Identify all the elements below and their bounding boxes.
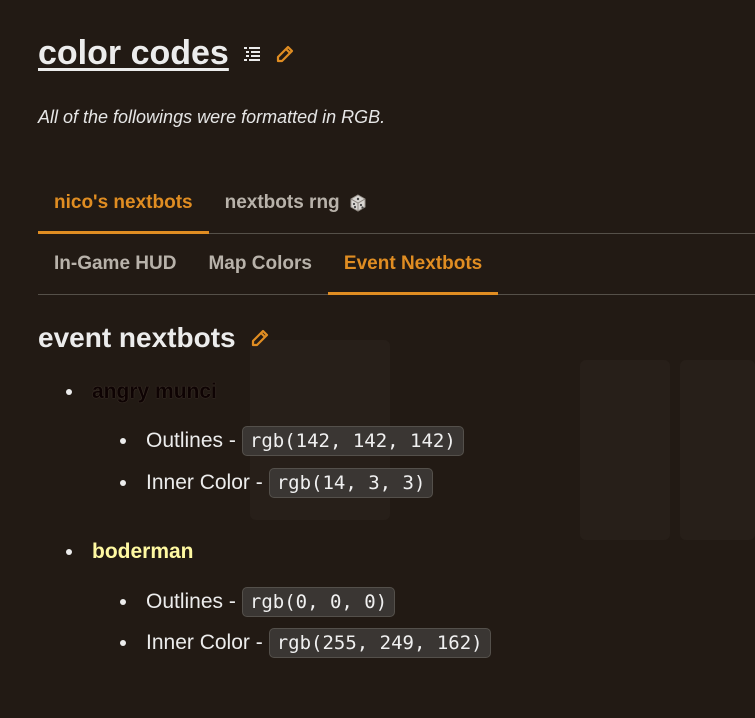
- bullet: [66, 389, 72, 395]
- section-title: event nextbots: [38, 322, 236, 353]
- table-of-contents-icon[interactable]: [243, 45, 261, 63]
- tab-map-colors[interactable]: Map Colors: [192, 234, 327, 294]
- property-label: Outlines -: [146, 590, 236, 613]
- bullet: [120, 480, 126, 486]
- tab-nicos-nextbots[interactable]: nico's nextbots: [38, 172, 209, 234]
- tab-label: Map Colors: [208, 253, 312, 274]
- color-code: rgb(0, 0, 0): [241, 587, 396, 617]
- tab-nextbots-rng[interactable]: nextbots rng: [209, 172, 384, 233]
- property-item: Outlines - rgb(142, 142, 142): [120, 426, 464, 456]
- bullet: [120, 599, 126, 605]
- nextbot-name: angry munci: [92, 380, 217, 403]
- property-item: Inner Color - rgb(14, 3, 3): [120, 468, 434, 498]
- tab-label: In-Game HUD: [54, 253, 177, 274]
- tab-in-game-hud[interactable]: In-Game HUD: [38, 234, 192, 294]
- section-title-row: event nextbots: [38, 322, 270, 354]
- list-item-angry-munci: angry munci: [66, 380, 217, 404]
- property-label: Inner Color -: [146, 471, 263, 494]
- color-code: rgb(255, 249, 162): [268, 628, 491, 658]
- bullet: [120, 640, 126, 646]
- edit-pencil-icon[interactable]: [250, 328, 270, 348]
- property-label: Inner Color -: [146, 631, 263, 654]
- dice-icon: [348, 193, 368, 213]
- bullet: [120, 438, 126, 444]
- color-code: rgb(14, 3, 3): [268, 468, 434, 498]
- property-item: Inner Color - rgb(255, 249, 162): [120, 628, 491, 658]
- page-subtitle: All of the followings were formatted in …: [38, 107, 386, 127]
- tab-label: nextbots rng: [224, 191, 340, 213]
- main-tabs: nico's nextbots nextbots rng: [38, 172, 755, 234]
- tab-label: nico's nextbots: [54, 191, 193, 213]
- bullet: [66, 549, 72, 555]
- property-item: Outlines - rgb(0, 0, 0): [120, 587, 396, 617]
- edit-pencil-icon[interactable]: [275, 44, 295, 64]
- nextbot-name: boderman: [92, 540, 194, 563]
- tab-event-nextbots[interactable]: Event Nextbots: [327, 234, 499, 295]
- title-row: color codes: [38, 34, 295, 73]
- tab-label: Event Nextbots: [343, 253, 483, 274]
- sub-tabs: In-Game HUD Map Colors Event Nextbots: [38, 234, 755, 295]
- page: color codes All of the followings were f…: [38, 0, 755, 718]
- page-title[interactable]: color codes: [38, 34, 229, 73]
- list-item-boderman: boderman: [66, 540, 194, 564]
- property-label: Outlines -: [146, 429, 236, 452]
- color-code: rgb(142, 142, 142): [241, 426, 464, 456]
